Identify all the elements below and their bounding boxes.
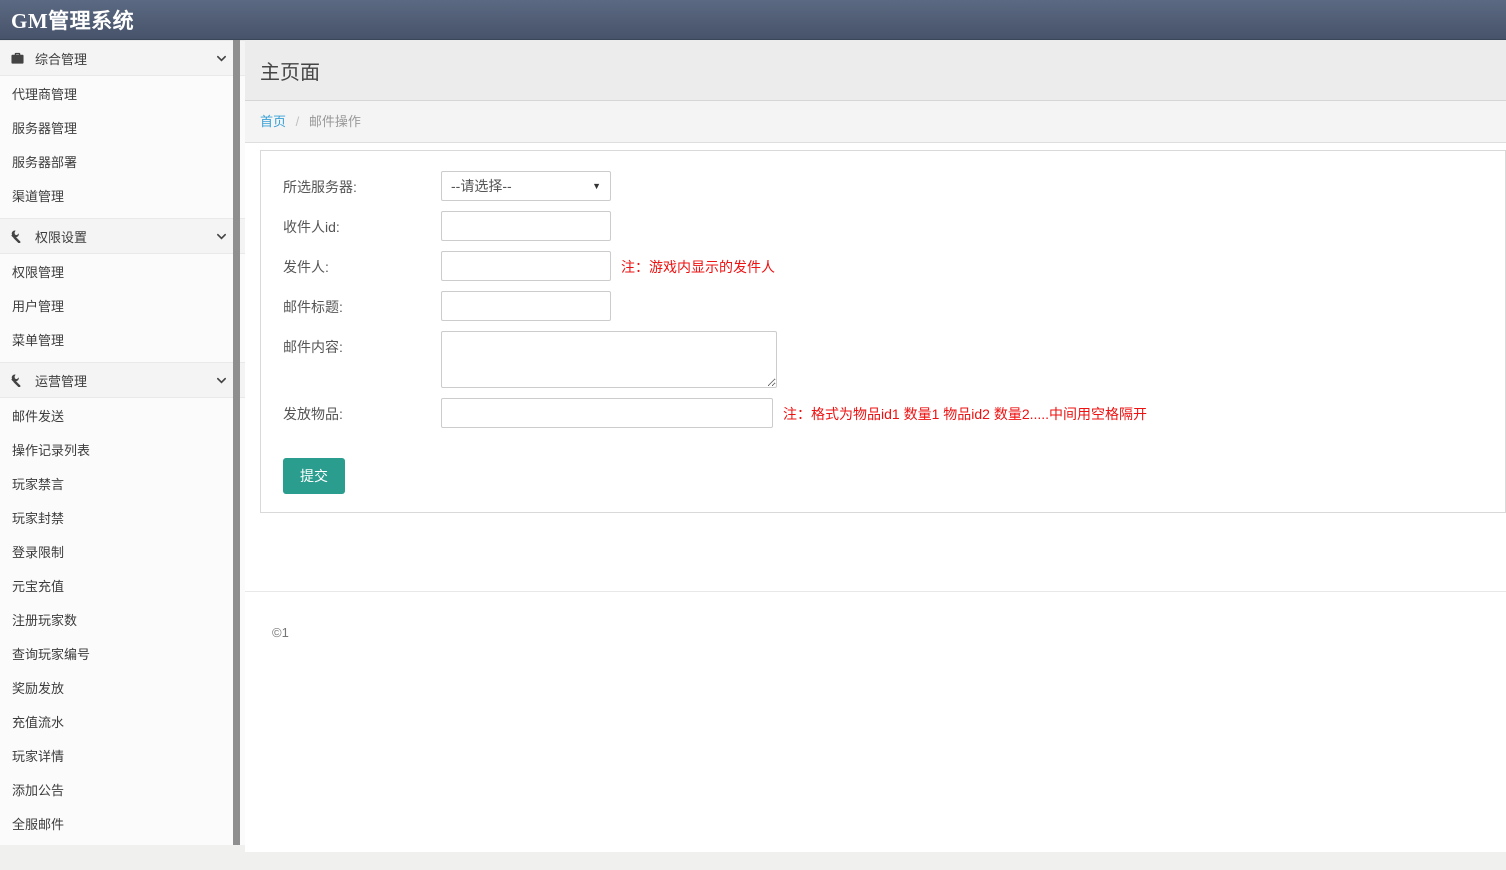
server-select-value: --请选择--: [451, 176, 592, 196]
form-row-content: 邮件内容:: [283, 331, 1485, 388]
breadcrumb: 首页 / 邮件操作: [245, 101, 1506, 143]
sidebar-item[interactable]: 玩家详情: [0, 740, 245, 774]
caret-down-icon: ▼: [592, 181, 601, 191]
sender-label: 发件人:: [283, 251, 441, 277]
top-navbar: GM管理系统: [0, 0, 1506, 40]
sidebar-item[interactable]: 奖励发放: [0, 672, 245, 706]
wrench-icon: [10, 373, 25, 387]
sidebar-item[interactable]: 操作记录列表: [0, 434, 245, 468]
submit-button[interactable]: 提交: [283, 458, 345, 494]
sidebar-item[interactable]: 邮件发送: [0, 400, 245, 434]
sidebar-section-label: 权限设置: [35, 227, 87, 246]
app-window: GM管理系统 综合管理代理商管理服务器管理服务器部署渠道管理权限设置权限管理用户…: [0, 0, 1506, 845]
sidebar-nav: 综合管理代理商管理服务器管理服务器部署渠道管理权限设置权限管理用户管理菜单管理运…: [0, 40, 245, 845]
mail-title-input[interactable]: [441, 291, 611, 321]
mail-title-label: 邮件标题:: [283, 291, 441, 317]
sidebar-item[interactable]: 注册玩家数: [0, 604, 245, 638]
wrench-icon: [10, 229, 25, 243]
grant-items-note: 注：格式为物品id1 数量1 物品id2 数量2.....中间用空格隔开: [783, 398, 1147, 424]
recipient-id-label: 收件人id:: [283, 211, 441, 237]
chevron-down-icon: [216, 375, 227, 386]
chevron-down-icon: [216, 231, 227, 242]
mail-content-label: 邮件内容:: [283, 331, 441, 357]
sidebar-scrollbar[interactable]: [233, 40, 240, 845]
sidebar-item[interactable]: 渠道管理: [0, 180, 245, 214]
form-row-recipient: 收件人id:: [283, 211, 1485, 241]
content-area: 所选服务器: --请选择-- ▼ 收件人id: 发件人: 注：游戏内显示的发件人: [245, 150, 1506, 852]
form-row-sender: 发件人: 注：游戏内显示的发件人: [283, 251, 1485, 281]
mail-form-panel: 所选服务器: --请选择-- ▼ 收件人id: 发件人: 注：游戏内显示的发件人: [260, 150, 1506, 513]
sidebar: 综合管理代理商管理服务器管理服务器部署渠道管理权限设置权限管理用户管理菜单管理运…: [0, 40, 245, 845]
sidebar-item[interactable]: 全服邮件: [0, 808, 245, 842]
grant-items-input[interactable]: [441, 398, 773, 428]
chevron-down-icon: [216, 53, 227, 64]
sidebar-item[interactable]: 玩家封禁: [0, 502, 245, 536]
main-content: 主页面 首页 / 邮件操作 所选服务器: --请选择-- ▼ 收件人id:: [245, 40, 1506, 845]
app-title: GM管理系统: [0, 5, 134, 35]
breadcrumb-current: 邮件操作: [309, 114, 361, 129]
sidebar-section-label: 运营管理: [35, 371, 87, 390]
form-row-items: 发放物品: 注：格式为物品id1 数量1 物品id2 数量2.....中间用空格…: [283, 398, 1485, 428]
server-select-label: 所选服务器:: [283, 171, 441, 197]
page-header: 主页面: [245, 40, 1506, 101]
sidebar-item[interactable]: 玩家禁言: [0, 468, 245, 502]
briefcase-icon: [10, 51, 25, 65]
sender-note: 注：游戏内显示的发件人: [621, 251, 775, 277]
footer: ©1: [245, 591, 1506, 640]
sidebar-item[interactable]: 权限管理: [0, 256, 245, 290]
sender-input[interactable]: [441, 251, 611, 281]
server-select[interactable]: --请选择-- ▼: [441, 171, 611, 201]
sidebar-section-label: 综合管理: [35, 49, 87, 68]
sidebar-section-header-0[interactable]: 综合管理: [0, 40, 245, 76]
sidebar-item[interactable]: 用户管理: [0, 290, 245, 324]
breadcrumb-separator: /: [296, 114, 300, 129]
sidebar-section-header-1[interactable]: 权限设置: [0, 218, 245, 254]
copyright-text: ©1: [272, 625, 289, 640]
sidebar-section-header-2[interactable]: 运营管理: [0, 362, 245, 398]
sidebar-item[interactable]: 代理商管理: [0, 78, 245, 112]
grant-items-label: 发放物品:: [283, 398, 441, 424]
sidebar-item[interactable]: 元宝充值: [0, 570, 245, 604]
form-row-subject: 邮件标题:: [283, 291, 1485, 321]
mail-content-textarea[interactable]: [441, 331, 777, 388]
sidebar-item[interactable]: 菜单管理: [0, 324, 245, 358]
recipient-id-input[interactable]: [441, 211, 611, 241]
sidebar-item[interactable]: 登录限制: [0, 536, 245, 570]
sidebar-item[interactable]: 服务器部署: [0, 146, 245, 180]
sidebar-item[interactable]: 充值流水: [0, 706, 245, 740]
sidebar-item[interactable]: 添加公告: [0, 774, 245, 808]
sidebar-item[interactable]: 查询玩家编号: [0, 638, 245, 672]
form-row-server: 所选服务器: --请选择-- ▼: [283, 171, 1485, 201]
page-title: 主页面: [260, 56, 1506, 85]
sidebar-item[interactable]: 服务器管理: [0, 112, 245, 146]
breadcrumb-home-link[interactable]: 首页: [260, 114, 286, 129]
